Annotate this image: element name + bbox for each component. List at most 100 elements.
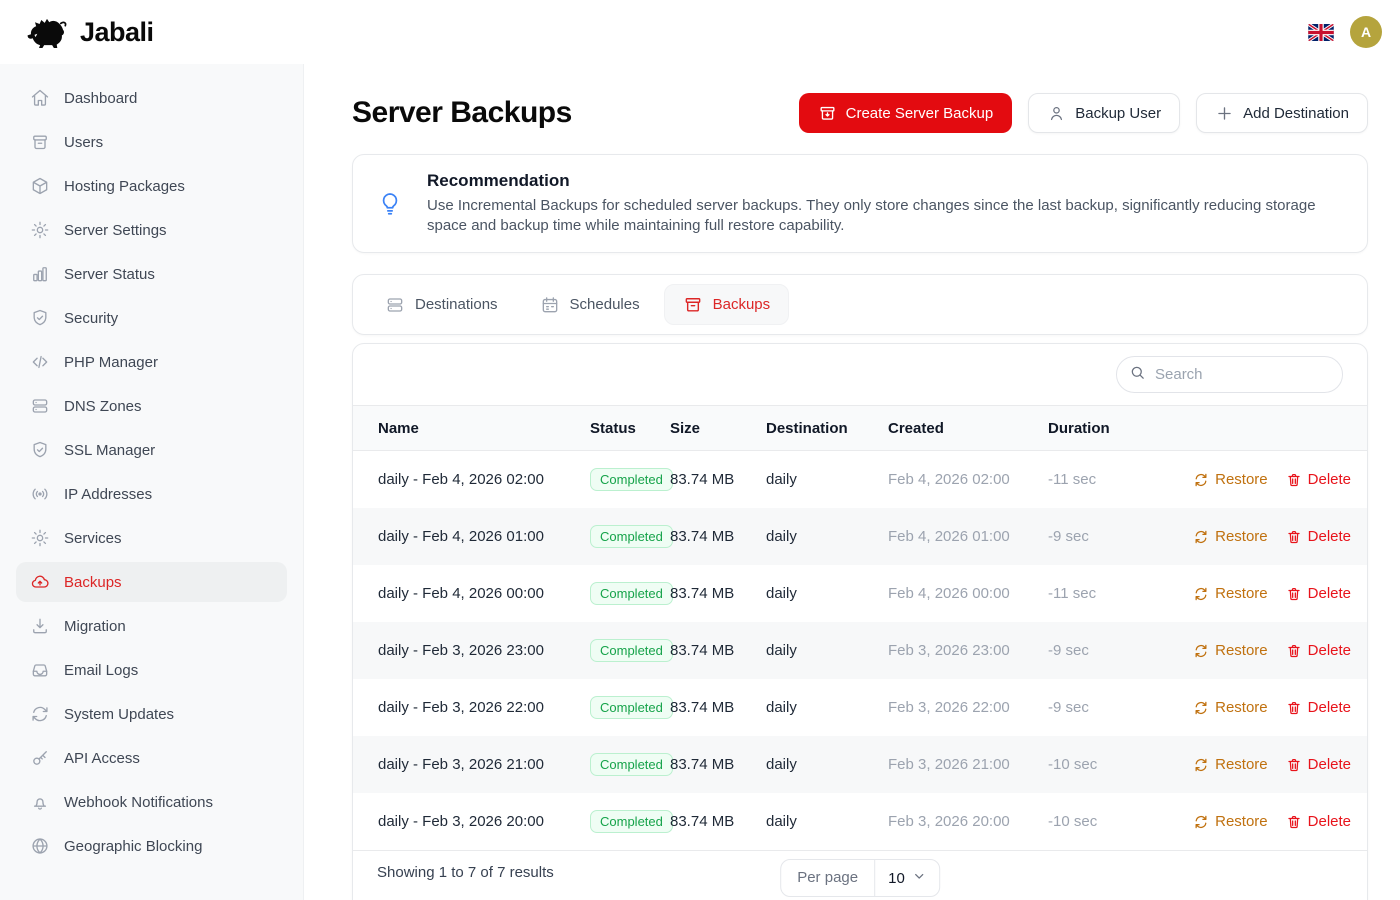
backup-duration: -9 sec: [1048, 642, 1148, 659]
sidebar-item-ssl-manager[interactable]: SSL Manager: [16, 430, 287, 470]
recommendation-body: Use Incremental Backups for scheduled se…: [427, 196, 1343, 236]
archive-down-icon: [818, 104, 837, 123]
table-row: daily - Feb 3, 2026 22:00 Completed 83.7…: [353, 679, 1367, 736]
search-input[interactable]: [1155, 366, 1354, 383]
per-page-value: 10: [888, 870, 905, 887]
plus-icon: [1215, 104, 1234, 123]
sidebar-item-services[interactable]: Services: [16, 518, 287, 558]
sidebar-nav: Dashboard Users Hosting Packages Server …: [0, 64, 304, 900]
sidebar-item-system-updates[interactable]: System Updates: [16, 694, 287, 734]
sidebar-item-dns-zones[interactable]: DNS Zones: [16, 386, 287, 426]
recommendation-card: Recommendation Use Incremental Backups f…: [352, 154, 1368, 253]
delete-button[interactable]: Delete: [1286, 813, 1351, 830]
backup-name: daily - Feb 4, 2026 02:00: [378, 471, 590, 488]
home-icon: [30, 88, 50, 108]
status-badge: Completed: [590, 582, 673, 605]
restore-icon: [1193, 814, 1209, 830]
backup-size: 83.74 MB: [670, 471, 766, 488]
delete-button[interactable]: Delete: [1286, 642, 1351, 659]
backup-size: 83.74 MB: [670, 585, 766, 602]
backup-duration: -10 sec: [1048, 813, 1148, 830]
tab-backups[interactable]: Backups: [664, 284, 790, 325]
user-avatar[interactable]: A: [1350, 16, 1382, 48]
status-badge: Completed: [590, 639, 673, 662]
restore-button[interactable]: Restore: [1193, 471, 1268, 488]
sidebar-item-backups[interactable]: Backups: [16, 562, 287, 602]
tab-destinations[interactable]: Destinations: [367, 284, 516, 325]
create-server-backup-button[interactable]: Create Server Backup: [799, 93, 1013, 133]
table-footer: Showing 1 to 7 of 7 results Per page 10: [353, 850, 1367, 900]
tab-bar: Destinations Schedules Backups: [352, 274, 1368, 335]
sidebar-item-api-access[interactable]: API Access: [16, 738, 287, 778]
brand-logo: Jabali: [24, 16, 154, 48]
backup-created: Feb 3, 2026 20:00: [888, 813, 1048, 830]
uk-flag-icon[interactable]: [1308, 24, 1334, 41]
status-badge: Completed: [590, 696, 673, 719]
sidebar-item-migration[interactable]: Migration: [16, 606, 287, 646]
restore-button[interactable]: Restore: [1193, 699, 1268, 716]
shield-check-icon: [30, 440, 50, 460]
status-badge: Completed: [590, 525, 673, 548]
sidebar-item-users[interactable]: Users: [16, 122, 287, 162]
sidebar-item-webhook-notifications[interactable]: Webhook Notifications: [16, 782, 287, 822]
refresh-icon: [30, 704, 50, 724]
tab-schedules[interactable]: Schedules: [522, 284, 658, 325]
trash-icon: [1286, 700, 1302, 716]
results-summary: Showing 1 to 7 of 7 results: [377, 864, 554, 881]
restore-button[interactable]: Restore: [1193, 528, 1268, 545]
sidebar-item-geographic-blocking[interactable]: Geographic Blocking: [16, 826, 287, 866]
inbox-icon: [30, 660, 50, 680]
delete-button[interactable]: Delete: [1286, 471, 1351, 488]
top-header: Jabali A: [0, 0, 1400, 64]
restore-icon: [1193, 757, 1209, 773]
backup-duration: -11 sec: [1048, 585, 1148, 602]
server-stack-icon: [385, 295, 405, 315]
gear-icon: [30, 528, 50, 548]
trash-icon: [1286, 643, 1302, 659]
backup-user-button[interactable]: Backup User: [1028, 93, 1180, 133]
sidebar-item-hosting-packages[interactable]: Hosting Packages: [16, 166, 287, 206]
backup-name: daily - Feb 4, 2026 00:00: [378, 585, 590, 602]
delete-button[interactable]: Delete: [1286, 585, 1351, 602]
column-header-duration: Duration: [1048, 420, 1148, 437]
package-cube-icon: [30, 176, 50, 196]
backup-destination: daily: [766, 585, 888, 602]
table-row: daily - Feb 4, 2026 00:00 Completed 83.7…: [353, 565, 1367, 622]
delete-button[interactable]: Delete: [1286, 699, 1351, 716]
sidebar-item-server-settings[interactable]: Server Settings: [16, 210, 287, 250]
per-page-select[interactable]: Per page 10: [780, 859, 940, 897]
delete-button[interactable]: Delete: [1286, 528, 1351, 545]
sidebar-item-php-manager[interactable]: PHP Manager: [16, 342, 287, 382]
trash-icon: [1286, 472, 1302, 488]
backup-name: daily - Feb 3, 2026 21:00: [378, 756, 590, 773]
restore-button[interactable]: Restore: [1193, 585, 1268, 602]
table-row: daily - Feb 4, 2026 01:00 Completed 83.7…: [353, 508, 1367, 565]
status-badge: Completed: [590, 468, 673, 491]
sidebar-item-server-status[interactable]: Server Status: [16, 254, 287, 294]
trash-icon: [1286, 814, 1302, 830]
backup-name: daily - Feb 3, 2026 20:00: [378, 813, 590, 830]
backup-destination: daily: [766, 813, 888, 830]
backup-created: Feb 3, 2026 23:00: [888, 642, 1048, 659]
brand-name: Jabali: [80, 17, 154, 48]
delete-button[interactable]: Delete: [1286, 756, 1351, 773]
search-icon: [1129, 364, 1146, 386]
column-header-status: Status: [590, 420, 670, 437]
download-tray-icon: [30, 616, 50, 636]
add-destination-button[interactable]: Add Destination: [1196, 93, 1368, 133]
backup-destination: daily: [766, 756, 888, 773]
restore-button[interactable]: Restore: [1193, 813, 1268, 830]
restore-icon: [1193, 586, 1209, 602]
bell-icon: [30, 792, 50, 812]
backup-destination: daily: [766, 471, 888, 488]
restore-button[interactable]: Restore: [1193, 756, 1268, 773]
restore-button[interactable]: Restore: [1193, 642, 1268, 659]
sidebar-item-email-logs[interactable]: Email Logs: [16, 650, 287, 690]
backup-created: Feb 4, 2026 00:00: [888, 585, 1048, 602]
sidebar-item-security[interactable]: Security: [16, 298, 287, 338]
backup-duration: -10 sec: [1048, 756, 1148, 773]
sidebar-item-ip-addresses[interactable]: IP Addresses: [16, 474, 287, 514]
sidebar-item-dashboard[interactable]: Dashboard: [16, 78, 287, 118]
cloud-upload-icon: [30, 572, 50, 592]
user-icon: [1047, 104, 1066, 123]
